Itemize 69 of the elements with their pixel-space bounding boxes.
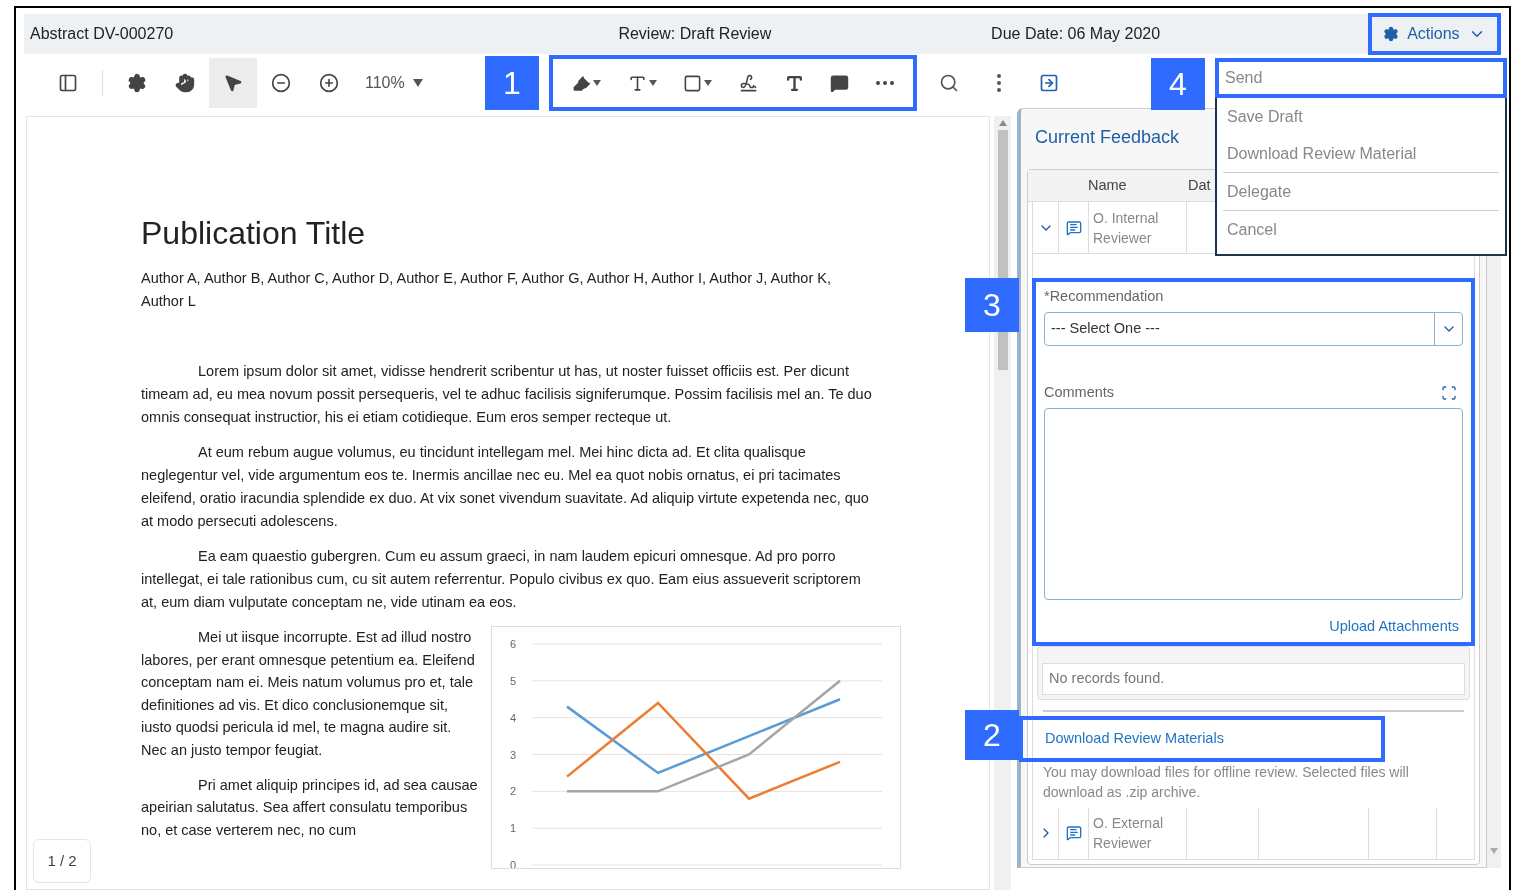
zoom-dropdown[interactable]: 110%	[365, 71, 445, 95]
body-paragraph: Mei ut iisque incorrupte. Est ad illud nostro labores, per erant omnesque petentium ea. Eleifend conceptam nam ei. Meis natum volumus pro et, tale definitiones ad vis. Et dico conclusionemque sit, iusto quodsi pericula id mel, te magna audire sit. Nec an justo tempor feugiat.	[141, 628, 476, 760]
text-icon	[784, 73, 804, 93]
signature-icon	[738, 73, 758, 93]
column-header: Name	[1088, 175, 1128, 195]
reviewer-row[interactable]: O. External Reviewer	[1032, 807, 1475, 860]
zoom-in-icon	[319, 73, 339, 93]
axis-tick-label: 1	[510, 822, 517, 835]
callout-number: 2	[965, 709, 1019, 760]
pen-icon	[572, 73, 592, 93]
column-header: Dat	[1188, 175, 1211, 195]
review-title: Review: Draft Review	[618, 24, 773, 44]
upload-attachments-link[interactable]: Upload Attachments	[1329, 617, 1459, 634]
document-id: Abstract DV-000270	[30, 24, 175, 44]
expand-icon[interactable]	[1441, 384, 1457, 401]
comment-icon	[1065, 825, 1082, 841]
reviewer-name: O. External Reviewer	[1089, 807, 1187, 859]
body-paragraph: At eum rebum augue volumus, eu tincidunt intellegam mel. Mei hinc dicta ad. Et clita qualisque neglegentur vel, vide argumentum eos te. Inermis ancillae nec eu. Mel ea quot nobis ornatus, ei pri tacimates eleifend, oratio iracundia splendide ex duo. At vix sonet vivendum suavitate. Ad aliquip virtute expetenda nec, quo at modo persecuti adolescens.	[141, 443, 870, 531]
reviewer-name: O. Internal Reviewer	[1089, 202, 1187, 253]
due-date: Due Date: 06 May 2020	[991, 24, 1162, 44]
author-list: Author A, Author B, Author C, Author D, Author E, Author F, Author G, Author H, Author I, Author J, Author K, Author L	[141, 267, 841, 313]
menu-item[interactable]: Cancel	[1223, 211, 1499, 248]
axis-tick-label: 4	[510, 711, 517, 724]
zoom-out-icon	[271, 73, 291, 93]
actions-button[interactable]: Actions	[1367, 13, 1501, 55]
page-indicator: 1 / 2	[33, 839, 91, 883]
no-records-message: No records found.	[1042, 662, 1465, 695]
settings-icon	[127, 73, 147, 93]
pointer-icon	[223, 73, 243, 93]
square-icon	[683, 73, 703, 93]
axis-tick-label: 3	[510, 748, 517, 761]
menu-icon	[997, 74, 1001, 92]
sidebar-icon	[58, 73, 78, 93]
callout-number: 3	[965, 278, 1019, 332]
comment-icon	[1065, 219, 1082, 236]
download-materials-link[interactable]: Download Review Materials	[1045, 727, 1224, 750]
publication-title: Publication Title	[141, 214, 367, 253]
body-paragraph: Lorem ipsum dolor sit amet, vidisse hendrerit scribentur ut has, ut noster fuisset officiis est. Per dicunt timeam ad, eu mea novum possit persequeris, vel te adhuc facilisis signiferumque. Possim facilisis mel an. Te duo omnis consequat instructior, his ei etiam cotidieque. Eum eros semper recteque ut.	[141, 362, 873, 427]
comment-icon	[830, 73, 850, 93]
menu-item[interactable]: Save Draft	[1217, 98, 1505, 135]
field-label: *Recommendation	[1044, 287, 1165, 306]
menu-item[interactable]: Download Review Material	[1217, 135, 1505, 172]
body-paragraph: Ea eam quaestio gubergren. Cum eu assum graeci, in nam laudem epicuri omnesque. Ad pro porro intellegat, ei tale rationibus cum, cu sit autem referrentur. Populo civibus ex quo. Eam eius assueverit scriptorem at, eum diam vulputate conceptam ne, vide utinam ea eos.	[141, 547, 862, 612]
caret-icon	[412, 79, 423, 87]
scroll-up-icon[interactable]	[998, 120, 1007, 126]
more-icon	[875, 81, 894, 85]
menu-item[interactable]: Send	[1215, 58, 1507, 98]
download-note: You may download files for offline review. Selected files will download as .zip archive.	[1042, 762, 1410, 802]
axis-tick-label: 5	[510, 674, 517, 687]
panel-title: Current Feedback	[1035, 125, 1180, 149]
caret-icon	[648, 80, 657, 86]
gear-icon	[1383, 26, 1400, 42]
text-box-icon	[627, 73, 647, 93]
panel-toggle-icon	[1039, 73, 1059, 93]
field-label: Comments	[1044, 382, 1115, 402]
caret-icon	[704, 80, 713, 86]
recommendation-select[interactable]: --- Select One ---	[1044, 311, 1463, 346]
axis-tick-label: 2	[510, 785, 517, 798]
tool-button[interactable]	[209, 58, 257, 108]
comments-field[interactable]	[1044, 407, 1463, 600]
axis-tick-label: 0	[510, 859, 517, 869]
hand-icon	[175, 73, 195, 93]
menu-item[interactable]: Delegate	[1223, 173, 1499, 210]
caret-icon	[593, 80, 602, 86]
body-paragraph: Pri amet aliquip principes id, ad sea causae apeirian salutatus. Sea affert consulatu temporibus no, et case verterem nec, no cum	[141, 775, 479, 840]
callout-number: 1	[485, 56, 539, 110]
axis-tick-label: 6	[510, 638, 517, 650]
callout-number: 4	[1151, 58, 1205, 110]
search-icon	[939, 73, 959, 93]
